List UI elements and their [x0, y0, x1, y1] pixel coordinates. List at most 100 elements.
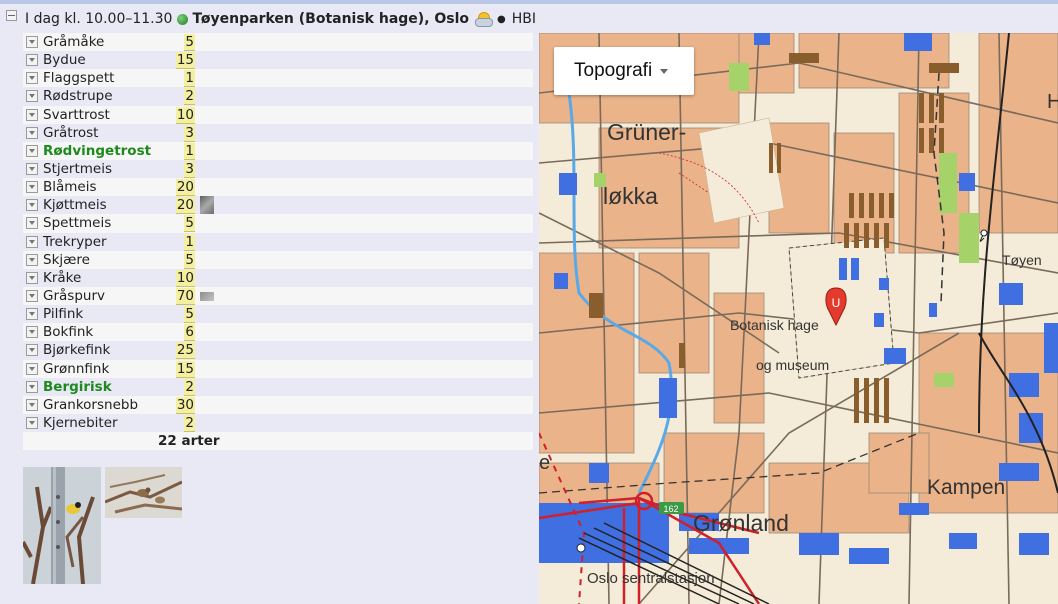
expand-row-icon[interactable]: [26, 126, 38, 139]
species-name[interactable]: Kjernebiter: [43, 415, 161, 431]
species-name[interactable]: Kråke: [43, 270, 161, 286]
expand-row-icon[interactable]: [26, 36, 38, 49]
species-name[interactable]: Skjære: [43, 252, 161, 268]
expand-row-icon[interactable]: [26, 380, 38, 393]
species-row[interactable]: Blåmeis 20: [23, 178, 533, 197]
expand-row-icon[interactable]: [26, 235, 38, 248]
species-count-value: 3: [184, 124, 195, 142]
location-link[interactable]: Tøyenparken (Botanisk hage), Oslo: [192, 11, 469, 27]
map-label-gruner: Grüner-: [607, 119, 687, 145]
map-label-toyen: Tøyen: [1002, 252, 1042, 268]
species-count-value: 5: [184, 306, 195, 324]
species-name[interactable]: Pilfink: [43, 306, 161, 322]
expand-row-icon[interactable]: [26, 144, 38, 157]
species-count: 2: [161, 378, 195, 396]
species-row[interactable]: Trekryper 1: [23, 232, 533, 251]
expand-row-icon[interactable]: [26, 417, 38, 430]
species-name[interactable]: Svarttrost: [43, 107, 161, 123]
collapse-toggle-icon[interactable]: [6, 9, 17, 21]
species-name[interactable]: Trekryper: [43, 234, 161, 250]
species-row[interactable]: Gråtrost 3: [23, 123, 533, 142]
photo-thumbnail-feeder[interactable]: [23, 467, 101, 584]
species-name[interactable]: Flaggspett: [43, 70, 161, 86]
species-count: 20: [161, 179, 195, 197]
species-row[interactable]: Rødstrupe 2: [23, 87, 533, 106]
species-row[interactable]: Kråke 10: [23, 268, 533, 287]
photo-icon[interactable]: [200, 291, 214, 301]
species-count-value: 20: [175, 179, 195, 197]
species-count: 2: [161, 88, 195, 106]
expand-row-icon[interactable]: [26, 217, 38, 230]
species-row[interactable]: Spettmeis 5: [23, 214, 533, 233]
species-row[interactable]: Gråmåke 5: [23, 33, 533, 52]
species-name[interactable]: Spettmeis: [43, 215, 161, 231]
species-count-value: 3: [184, 161, 195, 179]
species-name[interactable]: Gråtrost: [43, 125, 161, 141]
species-row[interactable]: Stjertmeis 3: [23, 159, 533, 179]
species-row[interactable]: Gråspurv 70: [23, 286, 533, 306]
species-total: 22 arter: [158, 433, 220, 450]
expand-row-icon[interactable]: [26, 362, 38, 375]
expand-row-icon[interactable]: [26, 326, 38, 339]
marker-letter: U: [832, 296, 841, 310]
species-row[interactable]: Flaggspett 1: [23, 69, 533, 88]
species-name[interactable]: Bydue: [43, 52, 161, 68]
species-row[interactable]: Grankorsnebb 30: [23, 395, 533, 414]
species-count-value: 10: [175, 269, 195, 287]
expand-row-icon[interactable]: [26, 290, 38, 303]
expand-row-icon[interactable]: [26, 271, 38, 284]
species-row[interactable]: Kjøttmeis 20: [23, 196, 533, 215]
expand-row-icon[interactable]: [26, 163, 38, 176]
species-row[interactable]: Rødvingetrost 1: [23, 141, 533, 160]
weather-icon: [475, 12, 494, 27]
species-name[interactable]: Gråspurv: [43, 288, 161, 304]
species-count: 15: [161, 52, 195, 70]
species-row[interactable]: Bokfink 6: [23, 323, 533, 342]
species-count: 3: [161, 161, 195, 179]
species-name[interactable]: Grankorsnebb: [43, 397, 161, 413]
species-name[interactable]: Kjøttmeis: [43, 197, 161, 213]
expand-row-icon[interactable]: [26, 344, 38, 357]
species-count-value: 10: [175, 106, 195, 124]
expand-row-icon[interactable]: [26, 308, 38, 321]
species-row[interactable]: Bergirisk 2: [23, 377, 533, 396]
map-label-kampen: Kampen: [927, 476, 1006, 499]
photo-thumbnail-sparrows[interactable]: [105, 467, 182, 518]
species-count: 5: [161, 215, 195, 233]
road-number-label: 162: [663, 504, 678, 514]
species-row[interactable]: Bjørkefink 25: [23, 341, 533, 360]
species-row[interactable]: Kjernebiter 2: [23, 413, 533, 433]
expand-row-icon[interactable]: [26, 398, 38, 411]
map-panel[interactable]: 162 U Grüner- løkka Botanisk hage og mus…: [539, 33, 1058, 604]
species-row[interactable]: Pilfink 5: [23, 305, 533, 324]
species-name[interactable]: Rødvingetrost: [43, 143, 161, 159]
species-row[interactable]: Svarttrost 10: [23, 105, 533, 124]
expand-row-icon[interactable]: [26, 72, 38, 85]
expand-row-icon[interactable]: [26, 90, 38, 103]
map-label-lokka: løkka: [603, 183, 658, 209]
expand-row-icon[interactable]: [26, 108, 38, 121]
photo-icon[interactable]: [200, 196, 214, 215]
species-name[interactable]: Bokfink: [43, 324, 161, 340]
species-row[interactable]: Skjære 5: [23, 250, 533, 269]
top-border: [0, 0, 1058, 4]
expand-row-icon[interactable]: [26, 181, 38, 194]
species-name[interactable]: Grønnfink: [43, 361, 161, 377]
species-name[interactable]: Gråmåke: [43, 34, 161, 50]
species-count: 1: [161, 233, 195, 251]
map-label-edge-e: e: [539, 452, 551, 474]
map-layer-dropdown[interactable]: Topografi: [554, 47, 694, 95]
species-name[interactable]: Stjertmeis: [43, 161, 161, 177]
species-name[interactable]: Bjørkefink: [43, 342, 161, 358]
expand-row-icon[interactable]: [26, 199, 38, 212]
species-row[interactable]: Grønnfink 15: [23, 359, 533, 378]
species-count-value: 2: [184, 88, 195, 106]
species-name[interactable]: Bergirisk: [43, 379, 161, 395]
species-count-value: 1: [184, 70, 195, 88]
species-name[interactable]: Blåmeis: [43, 179, 161, 195]
expand-row-icon[interactable]: [26, 253, 38, 266]
species-row[interactable]: Bydue 15: [23, 51, 533, 70]
observer-initials[interactable]: HBI: [512, 11, 536, 27]
species-name[interactable]: Rødstrupe: [43, 88, 161, 104]
expand-row-icon[interactable]: [26, 54, 38, 67]
